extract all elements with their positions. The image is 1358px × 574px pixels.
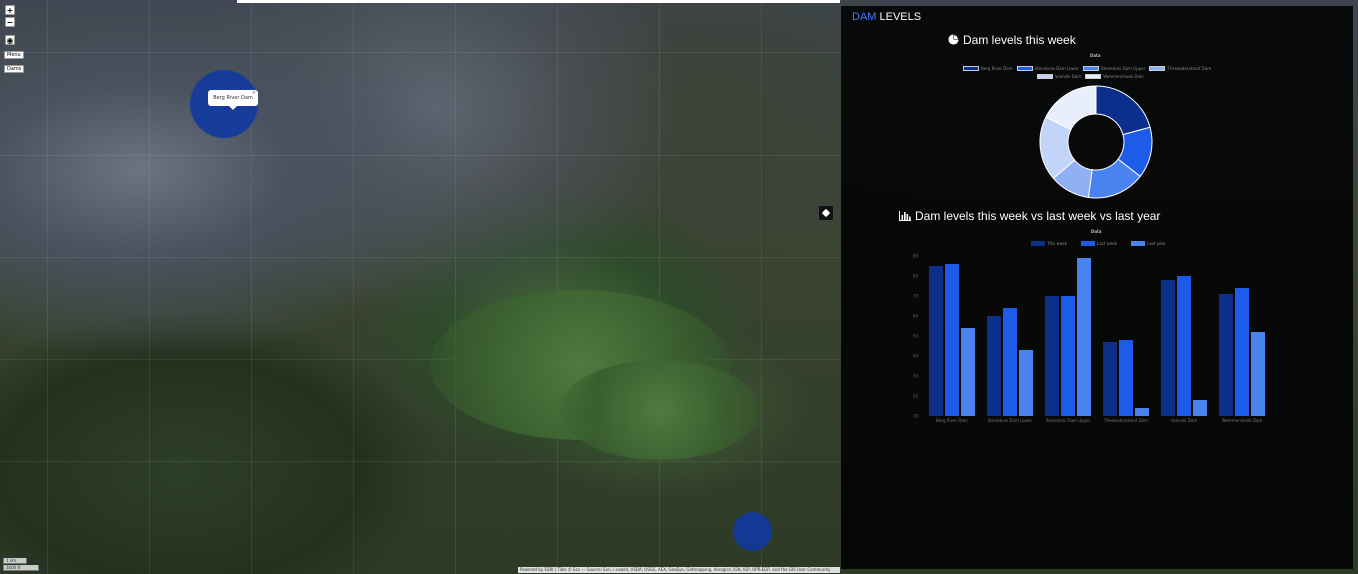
y-tick-label: 30	[913, 374, 919, 379]
bar-section-title: Dam levels this week vs last week vs las…	[899, 209, 1160, 223]
panel-title-accent: DAM	[852, 11, 877, 23]
map-grid-line	[353, 0, 354, 574]
legend-swatch	[963, 66, 979, 71]
legend-label: Voelvlei Dam	[1055, 74, 1082, 79]
app-root: Berg River Dam × + − ◉ Menu Dams 1 km 30…	[0, 0, 1358, 574]
panel-title-rest: LEVELS	[876, 11, 922, 23]
pie-legend-item[interactable]: Steenbras Dam Upper	[1082, 66, 1146, 71]
pie-legend: Berg River Dam Steenbras Dam Lower Steenbr…	[963, 66, 1211, 71]
legend-label: Steenbras Dam Lower	[1034, 66, 1079, 71]
y-tick-label: 20	[913, 394, 919, 399]
bar	[1235, 288, 1249, 416]
pie-chart	[1039, 85, 1153, 199]
x-tick-label: Steenbras Dam Lower	[988, 418, 1033, 423]
map-grid-line	[761, 0, 762, 574]
map-grid-line	[0, 461, 840, 462]
bar	[1135, 408, 1149, 416]
map-grid-line	[0, 155, 840, 156]
bar-section-title-text: Dam levels this week vs last week vs las…	[915, 209, 1161, 223]
y-tick-label: 90	[913, 254, 919, 259]
bar	[929, 266, 943, 416]
top-strip	[237, 0, 840, 3]
x-tick-label: Theewaterskloof Dam	[1103, 418, 1148, 423]
legend-swatch	[1082, 66, 1099, 71]
dam-levels-panel: DAM LEVELS Dam levels this week Data Ber…	[841, 6, 1353, 569]
legend-label: Theewaterskloof Dam	[1167, 66, 1212, 71]
popup-close-button[interactable]: ×	[252, 90, 256, 96]
bar	[1119, 340, 1133, 416]
zoom-in-button[interactable]: +	[5, 5, 15, 15]
y-tick-label: 40	[913, 354, 919, 359]
pie-legend-item[interactable]: Voelvlei Dam	[1037, 74, 1081, 79]
lake-area	[560, 360, 760, 460]
map-attribution[interactable]: Powered by ESRI | Tiles © Esri — Source:…	[518, 567, 840, 573]
x-tick-label: Voelvlei Dam	[1171, 418, 1197, 423]
legend-label: Berg River Dam	[981, 66, 1013, 71]
bar	[945, 264, 959, 416]
dams-button[interactable]: Dams	[4, 65, 25, 73]
pie-chart-icon	[948, 34, 959, 45]
legend-swatch	[1085, 74, 1102, 79]
menu-button[interactable]: Menu	[4, 51, 24, 59]
pie-section-title-text: Dam levels this week	[963, 33, 1076, 47]
bar	[1077, 258, 1091, 416]
marker-popup: Berg River Dam ×	[208, 90, 258, 110]
pie-slice	[1095, 85, 1151, 136]
legend-swatch	[1037, 74, 1053, 79]
pie-legend-item[interactable]: Steenbras Dam Lower	[1016, 66, 1079, 71]
bar-chart-label: Data	[1091, 229, 1102, 234]
legend-label: Wemmershoek Dam	[1103, 74, 1144, 79]
legend-swatch	[1016, 66, 1033, 71]
bar	[1177, 276, 1191, 416]
pie-legend: Voelvlei Dam Wemmershoek Dam	[1037, 74, 1144, 79]
scale-bar-imperial: 3000 ft	[3, 565, 39, 571]
scale-bar-metric: 1 km	[3, 558, 27, 564]
locate-button[interactable]: ◉	[5, 35, 15, 45]
y-tick-label: 10	[913, 414, 919, 419]
bar	[987, 316, 1001, 416]
y-tick-label: 80	[913, 274, 919, 279]
y-tick-label: 50	[913, 334, 919, 339]
map-grid-line	[0, 52, 840, 53]
bar	[1161, 280, 1175, 416]
bar	[1019, 350, 1033, 416]
pie-legend-item[interactable]: Theewaterskloof Dam	[1149, 66, 1211, 71]
map-grid-line	[149, 0, 150, 574]
x-tick-label: Berg River Dam	[936, 418, 968, 423]
bar	[1103, 342, 1117, 416]
pie-legend-item[interactable]: Wemmershoek Dam	[1085, 74, 1144, 79]
bar	[961, 328, 975, 416]
bar-chart: 10 20 30 40 50 60 70 80 90 Berg River Dam Steenbra…	[913, 254, 1265, 423]
y-tick-label: 70	[913, 294, 919, 299]
y-tick-label: 60	[913, 314, 919, 319]
pie-chart-label: Data	[1090, 53, 1101, 58]
bar	[1003, 308, 1017, 416]
zoom-out-button[interactable]: −	[5, 17, 15, 27]
map-grid-line	[0, 257, 840, 258]
map-grid-line	[659, 0, 660, 574]
layers-icon[interactable]	[818, 205, 834, 221]
map-grid-line	[557, 0, 558, 574]
x-tick-label: Wemmershoek Dam	[1222, 418, 1263, 423]
panel-title: DAM LEVELS	[852, 11, 921, 23]
bar	[1061, 296, 1075, 416]
bar	[1219, 294, 1233, 416]
map-grid-line	[455, 0, 456, 574]
map-grid-line	[47, 0, 48, 574]
x-tick-label: Steenbras Dam Upper	[1046, 418, 1091, 423]
popup-text: Berg River Dam	[213, 95, 253, 101]
pie-section-title: Dam levels this week	[948, 33, 1076, 47]
bar	[1045, 296, 1059, 416]
legend-label: Steenbras Dam Upper	[1100, 66, 1146, 71]
bar-chart-icon	[899, 211, 911, 221]
legend-swatch	[1149, 66, 1166, 71]
pie-legend-item[interactable]: Berg River Dam	[963, 66, 1013, 71]
bar	[1193, 400, 1207, 416]
dam-marker-theewaterskloof[interactable]	[733, 512, 772, 551]
bar	[1251, 332, 1265, 416]
